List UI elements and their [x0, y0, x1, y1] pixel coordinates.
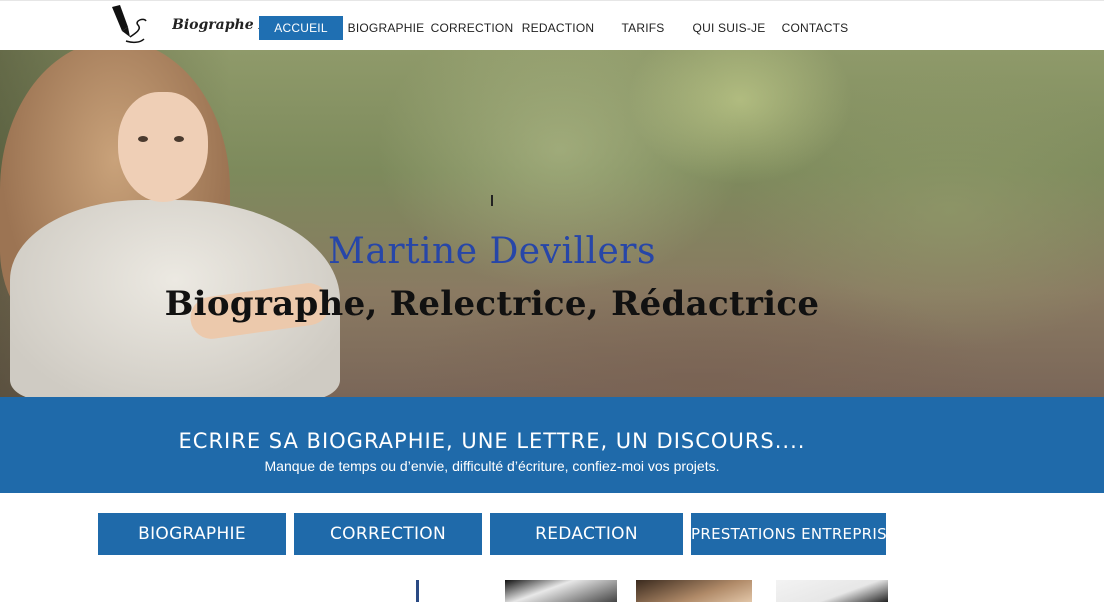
- service-button-prestations-entreprises[interactable]: PRESTATIONS ENTREPRISES: [691, 513, 886, 555]
- thumbnail-image[interactable]: [636, 580, 752, 602]
- hero-photo-eye: [138, 136, 148, 142]
- service-button-correction[interactable]: CORRECTION: [294, 513, 482, 555]
- divider-line: [416, 580, 419, 602]
- banner-title: ECRIRE SA BIOGRAPHIE, UNE LETTRE, UN DIS…: [178, 429, 806, 453]
- thumbnail-image[interactable]: [776, 580, 888, 602]
- hero-photo-eye: [174, 136, 184, 142]
- service-button-biographie[interactable]: BIOGRAPHIE: [98, 513, 286, 555]
- nav-item-correction[interactable]: CORRECTION: [430, 16, 514, 40]
- hero-name: Martine Devillers: [328, 231, 656, 272]
- main-nav: ACCUEIL BIOGRAPHIE CORRECTION REDACTION …: [0, 16, 1104, 40]
- hero-subtitle: Biographe, Relectrice, Rédactrice: [164, 284, 820, 324]
- nav-item-accueil[interactable]: ACCUEIL: [259, 16, 343, 40]
- hero-photo-face: [118, 92, 208, 202]
- site-header: Biographe PARIS ACCUEIL BIOGRAPHIE CORRE…: [0, 0, 1104, 50]
- hero-banner: Martine Devillers Biographe, Relectrice,…: [0, 50, 1104, 397]
- service-button-redaction[interactable]: REDACTION: [490, 513, 683, 555]
- nav-item-tarifs[interactable]: TARIFS: [612, 16, 674, 40]
- intro-banner: ECRIRE SA BIOGRAPHIE, UNE LETTRE, UN DIS…: [0, 397, 1104, 493]
- nav-item-biographie[interactable]: BIOGRAPHIE: [346, 16, 426, 40]
- banner-text: Manque de temps ou d’envie, difficulté d…: [264, 458, 720, 474]
- nav-item-contacts[interactable]: CONTACTS: [780, 16, 850, 40]
- text-cursor: [491, 195, 493, 206]
- nav-item-qui-suis-je[interactable]: QUI SUIS-JE: [690, 16, 768, 40]
- nav-item-redaction[interactable]: REDACTION: [518, 16, 598, 40]
- thumbnail-image[interactable]: [505, 580, 617, 602]
